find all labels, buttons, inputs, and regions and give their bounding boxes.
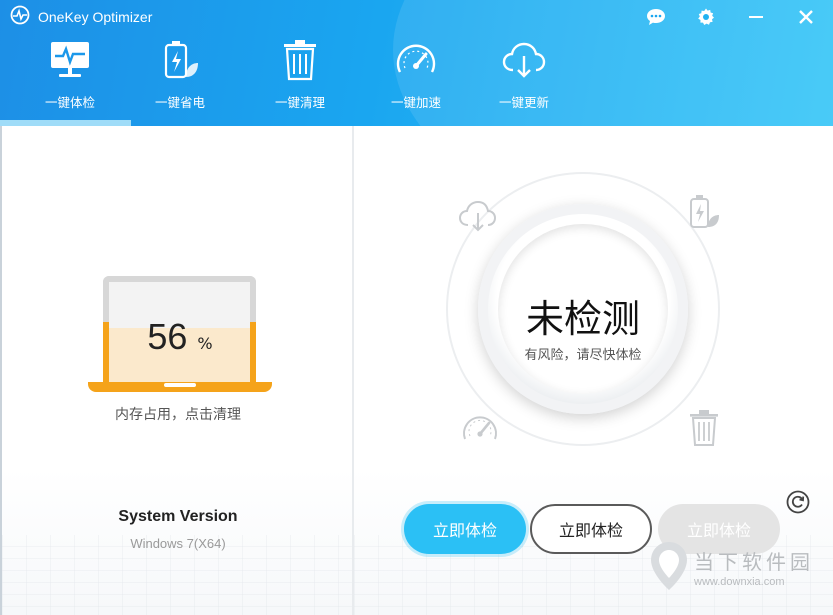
system-version-value: Windows 7(X64) — [130, 536, 226, 551]
start-checkup-button[interactable]: 立即体检 — [404, 504, 526, 554]
memory-clean-hint[interactable]: 内存占用，点击清理 — [2, 404, 354, 424]
title-bar: OneKey Optimizer — [10, 5, 153, 29]
watermark-url: www.downxia.com — [694, 576, 785, 588]
memory-percent: 56 — [147, 316, 188, 357]
nav-label: 一键加速 — [390, 95, 441, 110]
refresh-icon[interactable] — [786, 490, 810, 514]
main-nav: 一键体检 一键省电 一键清理 一键加速 一键更新 — [0, 36, 600, 126]
speedometer-icon — [366, 36, 466, 84]
site-watermark: 当下软件园 www.downxia.com — [648, 530, 818, 610]
header-bar: OneKey Optimizer 一键体检 一键省电 一键清理 一键加速 一键更… — [0, 0, 833, 126]
nav-label: 一键体检 — [44, 95, 95, 110]
app-title: OneKey Optimizer — [38, 9, 153, 25]
laptop-notch — [164, 383, 196, 387]
close-icon[interactable] — [793, 4, 819, 30]
nav-item-update[interactable]: 一键更新 — [474, 36, 574, 126]
trash-icon — [682, 406, 726, 450]
nav-item-power-save[interactable]: 一键省电 — [130, 36, 230, 126]
memory-panel: 56% 内存占用，点击清理 System Version Windows 7(X… — [0, 126, 352, 615]
cloud-download-icon — [456, 194, 500, 238]
feedback-icon[interactable] — [643, 4, 669, 30]
nav-label: 一键清理 — [274, 95, 325, 110]
memory-laptop-widget[interactable]: 56% — [88, 276, 272, 392]
memory-unit: % — [197, 334, 213, 353]
speedometer-icon — [458, 406, 502, 450]
trash-icon — [250, 36, 350, 84]
cloud-download-icon — [474, 36, 574, 84]
window-controls — [643, 4, 819, 30]
start-checkup-outline-button[interactable]: 立即体检 — [530, 504, 652, 554]
checkup-status: 未检测 — [525, 297, 640, 341]
gear-icon[interactable] — [693, 4, 719, 30]
nav-item-checkup[interactable]: 一键体检 — [20, 36, 120, 126]
system-version-title: System Version — [118, 508, 238, 525]
minimize-icon[interactable] — [743, 4, 769, 30]
nav-label: 一键更新 — [498, 95, 549, 110]
watermark-logo-icon — [648, 540, 690, 596]
app-logo-icon — [10, 5, 30, 29]
battery-leaf-icon — [682, 190, 726, 234]
checkup-subtitle: 有风险，请尽快体检 — [524, 348, 642, 363]
battery-leaf-icon — [130, 36, 230, 84]
monitor-pulse-icon — [20, 36, 120, 84]
nav-item-speedup[interactable]: 一键加速 — [366, 36, 466, 126]
nav-item-clean[interactable]: 一键清理 — [250, 36, 350, 126]
nav-label: 一键省电 — [154, 95, 205, 110]
watermark-title: 当下软件园 — [694, 550, 814, 574]
memory-usage-value: 56% — [88, 316, 272, 358]
